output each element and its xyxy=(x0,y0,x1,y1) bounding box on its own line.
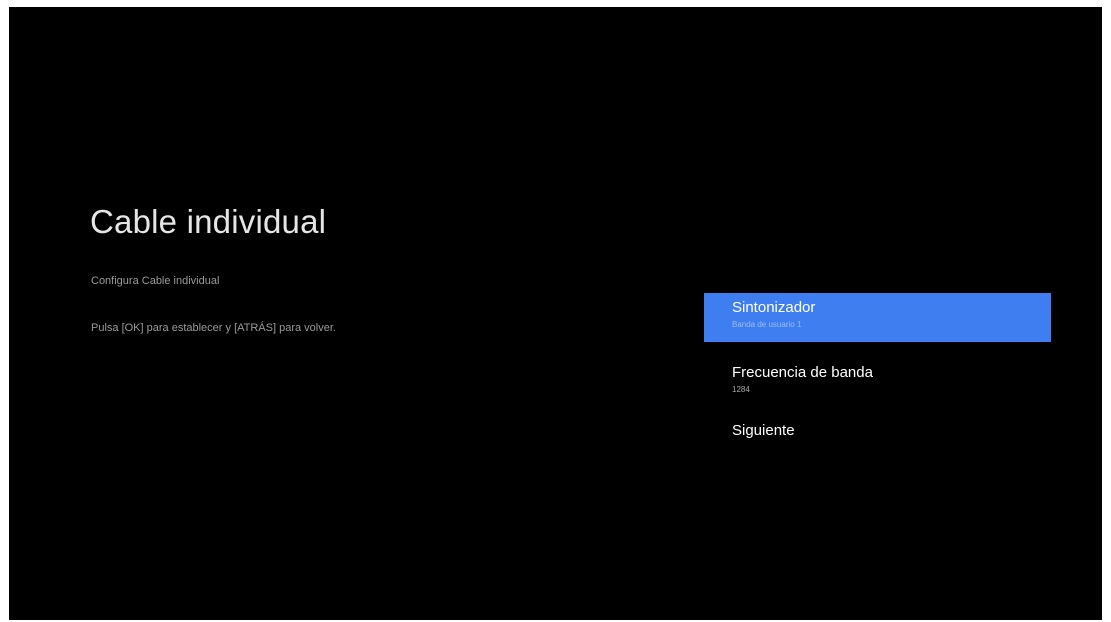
settings-menu: Sintonizador Banda de usuario 1 Frecuenc… xyxy=(704,293,1051,452)
menu-item-siguiente[interactable]: Siguiente xyxy=(704,412,1051,452)
page-subtitle: Configura Cable individual xyxy=(91,275,220,287)
menu-item-label: Frecuencia de banda xyxy=(732,364,873,381)
menu-item-label: Siguiente xyxy=(732,422,795,439)
menu-item-label: Sintonizador xyxy=(732,299,816,316)
menu-item-sintonizador[interactable]: Sintonizador Banda de usuario 1 xyxy=(704,293,1051,342)
menu-item-frecuencia-de-banda[interactable]: Frecuencia de banda 1284 xyxy=(704,342,1051,412)
page-instruction: Pulsa [OK] para establecer y [ATRÁS] par… xyxy=(91,322,336,334)
page-title: Cable individual xyxy=(90,203,327,240)
menu-item-value: Banda de usuario 1 xyxy=(732,320,802,329)
menu-item-value: 1284 xyxy=(732,385,750,394)
tv-screen: Cable individual Configura Cable individ… xyxy=(9,7,1102,620)
